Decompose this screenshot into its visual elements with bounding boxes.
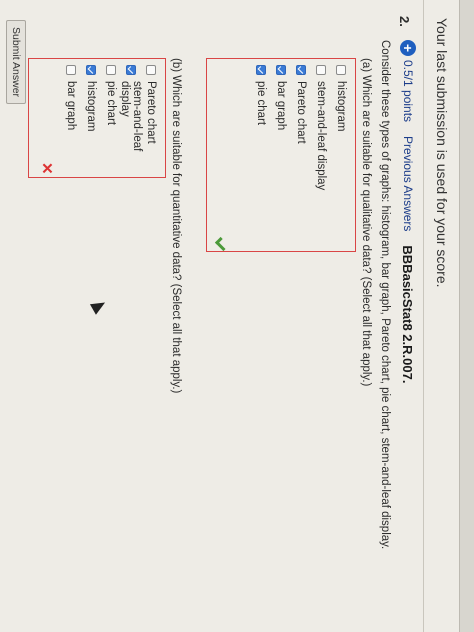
option-label: Pareto chart [145,81,157,144]
submit-answer-button[interactable]: Submit Answer [6,20,26,105]
option-label: stem-and-leaf display [119,81,143,152]
part-a-answer-box: histogram stem-and-leaf display Pareto cha… [206,58,356,252]
checkbox[interactable] [146,65,156,75]
option-histogram[interactable]: histogram [81,59,101,177]
part-b-prompt: (b) Which are suitable for quantitative … [170,58,182,394]
option-bar-graph[interactable]: bar graph [61,59,81,177]
option-histogram[interactable]: histogram [331,59,351,251]
question-id: BBBasicStat8 2.R.007. [400,245,416,384]
option-label: Pareto chart [295,81,307,144]
question-stem: Consider these types of graphs: histogra… [379,40,391,550]
option-label: histogram [335,81,347,132]
option-label: bar graph [275,81,287,131]
checkbox[interactable] [316,65,326,75]
checkbox[interactable] [336,65,346,75]
option-stem-and-leaf-display[interactable]: stem-and-leaf display [119,59,143,177]
option-stem-and-leaf-display[interactable]: stem-and-leaf display [311,59,331,251]
x-icon: ✕ [38,162,55,175]
previous-answers-link[interactable]: Previous Answers [401,136,415,231]
option-label: pie chart [255,81,267,126]
question-header: + 0.5/1 points Previous Answers BBBasicS… [400,40,416,383]
part-a-prompt: (a) Which are suitable for qualitative d… [360,58,372,387]
checkbox[interactable] [256,65,266,75]
option-pareto-chart[interactable]: Pareto chart [291,59,311,251]
top-bar [459,0,474,632]
question-number: 2. [397,16,412,27]
checkbox[interactable] [106,65,116,75]
part-b-answer-box: Pareto chart stem-and-leaf display pie cha… [28,58,166,178]
checkbox[interactable] [296,65,306,75]
checkbox[interactable] [126,65,136,75]
assignment-page: Your last submission is used for your sc… [0,0,474,632]
divider [423,0,424,632]
option-pie-chart[interactable]: pie chart [251,59,271,251]
option-label: bar graph [65,81,77,131]
checkbox[interactable] [66,65,76,75]
option-bar-graph[interactable]: bar graph [271,59,291,251]
option-label: pie chart [105,81,117,126]
last-submission-note: Your last submission is used for your sc… [434,18,450,288]
mouse-cursor-icon [89,297,109,315]
checkbox[interactable] [276,65,286,75]
option-pareto-chart[interactable]: Pareto chart [141,59,161,177]
checkbox[interactable] [86,65,96,75]
plus-circle-icon[interactable]: + [400,40,416,56]
option-pie-chart[interactable]: pie chart [101,59,121,177]
option-label: histogram [85,81,97,132]
points-label: 0.5/1 points [401,60,415,123]
option-label: stem-and-leaf display [315,81,327,191]
